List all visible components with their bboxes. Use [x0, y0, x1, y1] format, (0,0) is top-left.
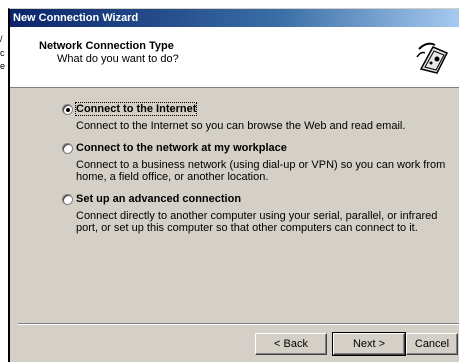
next-button[interactable]: Next >	[332, 332, 406, 356]
radio-workplace[interactable]	[62, 143, 73, 154]
option-advanced-description: Connect directly to another computer usi…	[76, 210, 438, 234]
radio-internet[interactable]	[62, 104, 73, 115]
background-text-fragment: c	[0, 48, 5, 58]
cancel-button[interactable]: Cancel	[406, 333, 458, 355]
option-workplace-description: Connect to a business network (using dia…	[76, 159, 446, 183]
page-subtitle: What do you want to do?	[57, 53, 179, 65]
option-internet-label[interactable]: Connect to the Internet	[74, 102, 198, 116]
wizard-header: Network Connection Type What do you want…	[10, 27, 459, 88]
button-separator-highlight	[18, 324, 459, 325]
background-text-fragment: /	[0, 34, 3, 44]
background-text-fragment: e	[0, 61, 6, 71]
wizard-window: New Connection Wizard Network Connection…	[8, 8, 459, 362]
option-advanced-label[interactable]: Set up an advanced connection	[76, 193, 241, 205]
option-advanced[interactable]: Set up an advanced connection Connect di…	[62, 193, 452, 239]
network-wizard-icon	[416, 40, 452, 76]
title-bar[interactable]: New Connection Wizard	[10, 9, 459, 27]
option-internet[interactable]: Connect to the Internet Connect to the I…	[62, 102, 452, 137]
option-internet-description: Connect to the Internet so you can brows…	[76, 120, 406, 132]
window-title: New Connection Wizard	[13, 12, 139, 24]
page-title: Network Connection Type	[39, 40, 174, 52]
option-workplace-label[interactable]: Connect to the network at my workplace	[76, 142, 287, 154]
option-workplace[interactable]: Connect to the network at my workplace C…	[62, 142, 452, 188]
radio-advanced[interactable]	[62, 194, 73, 205]
back-button[interactable]: < Back	[255, 333, 327, 355]
